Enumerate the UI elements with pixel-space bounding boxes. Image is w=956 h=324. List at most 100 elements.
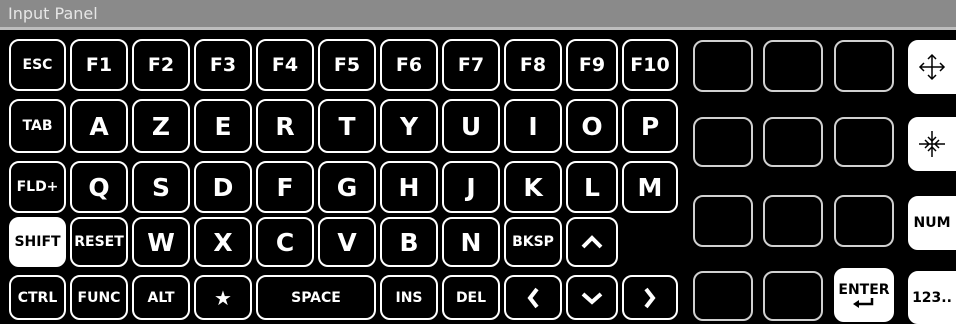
key-label: Q: [88, 172, 110, 202]
blank-key[interactable]: [693, 271, 753, 321]
key-label: J: [466, 172, 476, 202]
key-label: I: [528, 111, 538, 141]
key-z[interactable]: Z: [132, 99, 190, 153]
key-h[interactable]: H: [380, 161, 438, 213]
key-label: ENTER: [838, 282, 890, 298]
key-e[interactable]: E: [194, 99, 252, 153]
key-m[interactable]: M: [622, 161, 678, 213]
key-label: S: [151, 172, 170, 202]
key-label: F5: [333, 54, 361, 76]
key-b[interactable]: B: [380, 217, 438, 267]
move-button[interactable]: [908, 40, 956, 94]
key-label: F2: [147, 54, 175, 76]
key-ctrl[interactable]: CTRL: [9, 275, 66, 320]
key-label: H: [398, 172, 420, 202]
key-backspace[interactable]: BKSP: [504, 217, 562, 267]
key-alt[interactable]: ALT: [132, 275, 190, 320]
key-label: FLD+: [16, 179, 59, 195]
key-esc[interactable]: ESC: [9, 39, 66, 91]
key-d[interactable]: D: [194, 161, 252, 213]
key-j[interactable]: J: [442, 161, 500, 213]
key-f1[interactable]: F1: [70, 39, 128, 91]
key-label: Y: [399, 111, 419, 141]
key-f[interactable]: F: [256, 161, 314, 213]
key-c[interactable]: C: [256, 217, 314, 267]
key-r[interactable]: R: [256, 99, 314, 153]
key-label: BKSP: [512, 234, 554, 250]
key-f5[interactable]: F5: [318, 39, 376, 91]
key-t[interactable]: T: [318, 99, 376, 153]
key-label: E: [214, 111, 232, 141]
key-ins[interactable]: INS: [380, 275, 438, 320]
key-label: RESET: [74, 234, 124, 250]
key-w[interactable]: W: [132, 217, 190, 267]
key-numeric[interactable]: 123..: [908, 271, 956, 324]
key-label: FUNC: [77, 289, 121, 306]
key-label: F10: [630, 54, 670, 76]
key-f6[interactable]: F6: [380, 39, 438, 91]
key-space[interactable]: SPACE: [256, 275, 376, 320]
blank-key[interactable]: [693, 195, 753, 247]
key-label: N: [460, 227, 482, 257]
key-label: F: [276, 172, 294, 202]
key-enter[interactable]: ENTER: [834, 268, 894, 322]
key-label: F3: [209, 54, 237, 76]
key-k[interactable]: K: [504, 161, 562, 213]
key-f9[interactable]: F9: [566, 39, 618, 91]
key-label: Z: [151, 111, 171, 141]
key-x[interactable]: X: [194, 217, 252, 267]
blank-key[interactable]: [834, 117, 894, 167]
key-label: F7: [457, 54, 485, 76]
key-f8[interactable]: F8: [504, 39, 562, 91]
key-star[interactable]: ★: [194, 275, 252, 320]
key-label: ESC: [22, 57, 53, 73]
blank-key[interactable]: [693, 117, 753, 167]
key-label: INS: [395, 289, 423, 306]
center-button[interactable]: [908, 117, 956, 171]
key-v[interactable]: V: [318, 217, 376, 267]
enter-content: ENTER: [838, 282, 890, 308]
blank-key[interactable]: [763, 40, 823, 92]
key-num[interactable]: NUM: [908, 196, 956, 250]
key-n[interactable]: N: [442, 217, 500, 267]
key-arrow-up[interactable]: [566, 217, 618, 267]
move-arrows-icon: [917, 52, 947, 82]
key-reset[interactable]: RESET: [70, 217, 128, 267]
key-a[interactable]: A: [70, 99, 128, 153]
key-f3[interactable]: F3: [194, 39, 252, 91]
chevron-up-icon: [580, 234, 604, 250]
key-y[interactable]: Y: [380, 99, 438, 153]
blank-key[interactable]: [763, 195, 823, 247]
key-shift[interactable]: SHIFT: [9, 217, 66, 267]
key-l[interactable]: L: [566, 161, 618, 213]
chevron-left-icon: [526, 287, 540, 309]
key-u[interactable]: U: [442, 99, 500, 153]
key-label: W: [147, 227, 175, 257]
blank-key[interactable]: [763, 271, 823, 321]
key-o[interactable]: O: [566, 99, 618, 153]
blank-key[interactable]: [763, 117, 823, 167]
title-bar: Input Panel: [0, 0, 956, 30]
key-p[interactable]: P: [622, 99, 678, 153]
blank-key[interactable]: [834, 40, 894, 92]
blank-key[interactable]: [693, 40, 753, 92]
key-tab[interactable]: TAB: [9, 99, 66, 153]
key-f4[interactable]: F4: [256, 39, 314, 91]
key-arrow-right[interactable]: [622, 275, 678, 320]
chevron-down-icon: [580, 291, 604, 305]
key-s[interactable]: S: [132, 161, 190, 213]
blank-key[interactable]: [834, 195, 894, 247]
key-q[interactable]: Q: [70, 161, 128, 213]
key-func[interactable]: FUNC: [70, 275, 128, 320]
key-del[interactable]: DEL: [442, 275, 500, 320]
key-label: F6: [395, 54, 423, 76]
key-f10[interactable]: F10: [622, 39, 678, 91]
key-f2[interactable]: F2: [132, 39, 190, 91]
key-fld-plus[interactable]: FLD+: [9, 161, 66, 213]
key-i[interactable]: I: [504, 99, 562, 153]
key-arrow-left[interactable]: [504, 275, 562, 320]
key-g[interactable]: G: [318, 161, 376, 213]
key-f7[interactable]: F7: [442, 39, 500, 91]
key-label: O: [581, 111, 603, 141]
key-arrow-down[interactable]: [566, 275, 618, 320]
